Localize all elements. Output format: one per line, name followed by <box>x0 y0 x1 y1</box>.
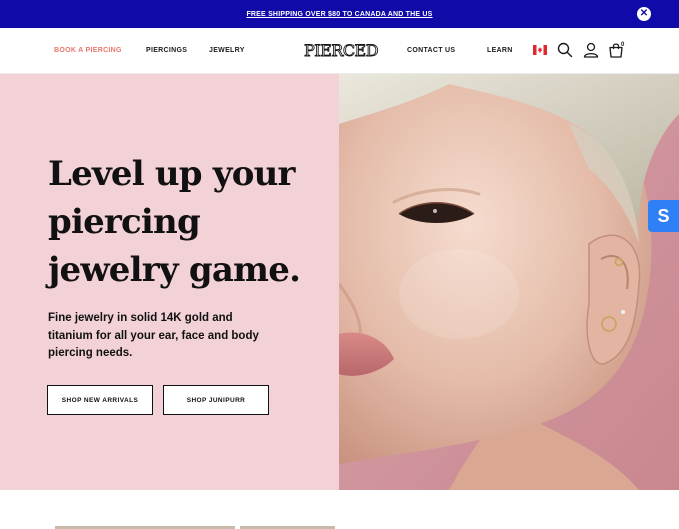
hero-portrait-image <box>339 74 679 490</box>
site-logo[interactable]: PIERCED <box>304 41 379 61</box>
chat-widget-button[interactable]: S <box>648 200 679 232</box>
cart-count-badge: 0 <box>621 42 625 48</box>
hero-title: Level up your piercing jewelry game. <box>48 154 301 290</box>
search-icon[interactable] <box>557 42 573 58</box>
shop-junipurr-button[interactable]: SHOP JUNIPURR <box>163 385 269 415</box>
nav-piercings[interactable]: PIERCINGS <box>146 47 187 54</box>
promo-bar: FREE SHIPPING OVER $80 TO CANADA AND THE… <box>0 0 679 28</box>
below-hero-section <box>0 490 679 529</box>
promo-text[interactable]: FREE SHIPPING OVER $80 TO CANADA AND THE… <box>246 11 432 18</box>
shop-new-arrivals-button[interactable]: SHOP NEW ARRIVALS <box>47 385 153 415</box>
canada-flag-icon[interactable] <box>533 45 547 55</box>
close-icon[interactable]: ✕ <box>637 7 651 21</box>
user-icon[interactable] <box>583 42 599 58</box>
main-nav: BOOK A PIERCING PIERCINGS JEWELRY PIERCE… <box>0 28 679 74</box>
nav-book-a-piercing[interactable]: BOOK A PIERCING <box>54 47 122 54</box>
nav-contact-us[interactable]: CONTACT US <box>407 47 455 54</box>
nav-jewelry[interactable]: JEWELRY <box>209 47 245 54</box>
nav-learn[interactable]: LEARN <box>487 47 513 54</box>
hero-photo <box>339 74 679 490</box>
hero-subtitle: Fine jewelry in solid 14K gold and titan… <box>48 312 259 359</box>
